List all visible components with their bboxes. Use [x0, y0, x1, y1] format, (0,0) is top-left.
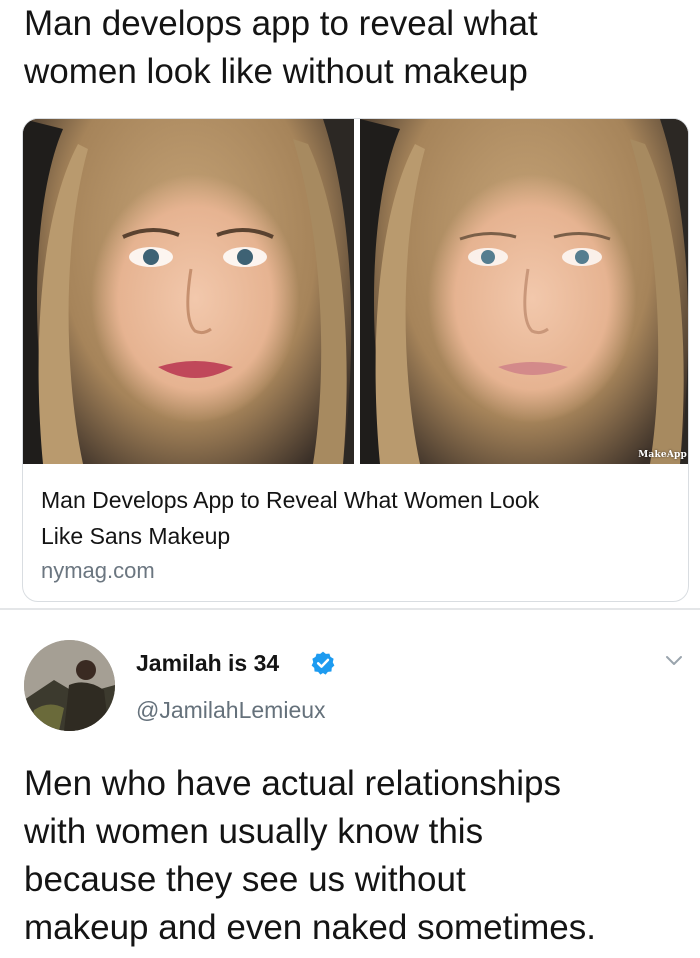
headline-line-2: women look like without makeup	[24, 52, 528, 91]
avatar[interactable]	[24, 640, 115, 731]
tweet-text-line-1: Men who have actual relationships	[24, 764, 561, 803]
display-name[interactable]: Jamilah is 34	[136, 650, 279, 677]
chevron-down-icon[interactable]	[664, 654, 684, 668]
avatar-photo-icon	[24, 640, 115, 731]
tweet-text-line-3: because they see us without	[24, 860, 466, 899]
post-headline: Man develops app to reveal what women lo…	[24, 0, 684, 96]
link-preview-card[interactable]: MakeApp Man Develops App to Reveal What …	[22, 118, 689, 602]
image-watermark: MakeApp	[638, 450, 687, 460]
link-title-line-1: Man Develops App to Reveal What Women Lo…	[41, 487, 540, 513]
before-photo	[23, 119, 354, 464]
tweet-text: Men who have actual relationships with w…	[24, 760, 684, 952]
after-photo: MakeApp	[360, 119, 688, 464]
face-with-makeup-illustration	[23, 119, 354, 464]
link-title[interactable]: Man Develops App to Reveal What Women Lo…	[41, 482, 661, 554]
verified-badge-icon	[311, 651, 335, 675]
link-title-line-2: Like Sans Makeup	[41, 523, 231, 549]
user-handle[interactable]: @JamilahLemieux	[136, 697, 326, 724]
tweet-text-line-2: with women usually know this	[24, 812, 484, 851]
headline-line-1: Man develops app to reveal what	[24, 4, 538, 43]
post-divider	[0, 608, 700, 610]
link-domain[interactable]: nymag.com	[41, 558, 155, 584]
face-without-makeup-illustration	[360, 119, 688, 464]
tweet-text-line-4: makeup and even naked sometimes.	[24, 908, 596, 947]
link-preview-images: MakeApp	[23, 119, 688, 464]
